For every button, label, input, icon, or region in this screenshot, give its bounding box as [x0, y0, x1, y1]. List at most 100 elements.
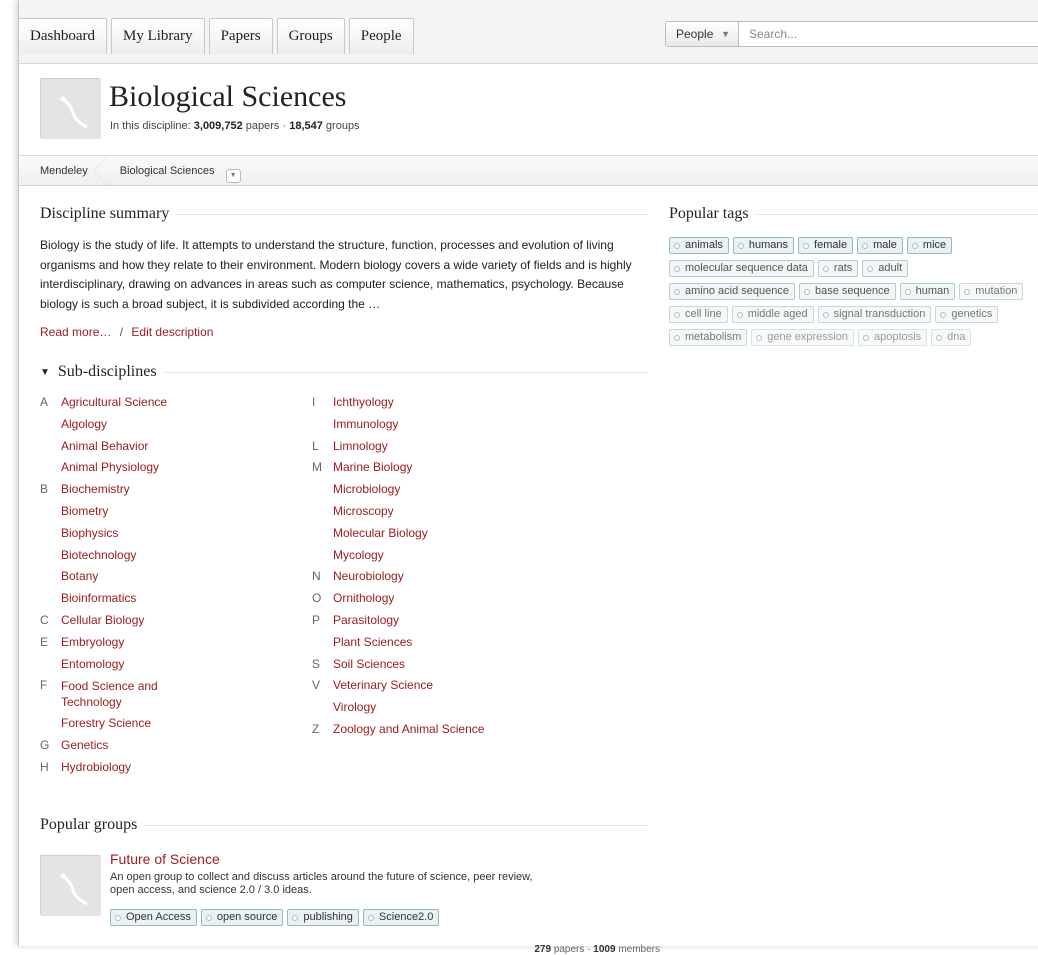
tag-genetics[interactable]: genetics [935, 306, 999, 323]
index-letter: P [312, 612, 321, 627]
subdiscipline-link[interactable]: Cellular Biology [61, 610, 144, 632]
chevron-down-icon: ▼ [721, 29, 730, 39]
subdiscipline-link[interactable]: Neurobiology [333, 566, 404, 588]
group-tags: Open Access open source publishing Scien… [110, 909, 443, 932]
index-letter: V [312, 678, 321, 693]
search-scope-select[interactable]: People ▼ [665, 21, 739, 47]
group-tag[interactable]: Open Access [110, 909, 197, 926]
tag-mice[interactable]: mice [906, 237, 953, 254]
subdiscipline-link[interactable]: Limnology [333, 436, 388, 458]
search-scope-label: People [676, 27, 714, 41]
subdiscipline-link[interactable]: Botany [61, 566, 98, 588]
subdiscipline-link[interactable]: Algology [61, 414, 107, 436]
index-letter: N [312, 569, 321, 584]
group-description: An open group to collect and discuss art… [110, 871, 533, 896]
subdiscipline-link[interactable]: Parasitology [333, 610, 399, 632]
subdiscipline-link[interactable]: Ichthyology [333, 392, 394, 414]
subdisciplines-list: A Agricultural Science Algology Animal Be… [40, 392, 648, 792]
subdisciplines-heading-text: Sub-disciplines [57, 363, 157, 380]
subdiscipline-link[interactable]: Genetics [61, 735, 108, 757]
tag-adult[interactable]: adult [862, 260, 909, 277]
subdiscipline-link[interactable]: Biometry [61, 501, 108, 523]
group-name-link[interactable]: Future of Science [110, 851, 220, 867]
subdiscipline-link[interactable]: Molecular Biology [333, 523, 428, 545]
tab-people[interactable]: People [348, 18, 414, 54]
subdiscipline-link[interactable]: Animal Physiology [61, 457, 159, 479]
subdiscipline-link[interactable]: Virology [333, 697, 376, 719]
tab-dashboard[interactable]: Dashboard [18, 18, 107, 54]
list-item: S Soil Sciences [312, 654, 612, 676]
stats-prefix: In this discipline: [110, 120, 194, 132]
subdiscipline-link[interactable]: Embryology [61, 632, 124, 654]
list-item: Animal Physiology [40, 457, 310, 479]
subdiscipline-link[interactable]: Zoology and Animal Science [333, 719, 484, 741]
subdiscipline-link[interactable]: Biophysics [61, 523, 118, 545]
index-letter: G [40, 738, 50, 753]
list-item: Virology [312, 697, 612, 719]
subdisciplines-column-left: A Agricultural Science Algology Animal Be… [40, 392, 310, 779]
group-thumbnail[interactable] [40, 855, 101, 916]
subdiscipline-link[interactable]: Animal Behavior [61, 436, 148, 458]
page-title: Biological Sciences [109, 80, 347, 113]
subdiscipline-link[interactable]: Marine Biology [333, 457, 412, 479]
tab-groups[interactable]: Groups [276, 18, 345, 54]
subdiscipline-link[interactable]: Microscopy [333, 501, 394, 523]
tag-gene-expression[interactable]: gene expression [751, 329, 854, 346]
search-input[interactable] [739, 21, 1038, 47]
tag-base-sequence[interactable]: base sequence [798, 283, 896, 300]
subdiscipline-link[interactable]: Biotechnology [61, 545, 136, 567]
tag-rats[interactable]: rats [817, 260, 859, 277]
tag-mutation[interactable]: mutation [959, 283, 1024, 300]
breadcrumb-mendeley[interactable]: Mendeley [19, 155, 108, 186]
subdiscipline-link[interactable]: Bioinformatics [61, 588, 136, 610]
subdiscipline-link[interactable]: Immunology [333, 414, 398, 436]
tag-cloud: animals humans female male mice molecula… [669, 237, 1038, 352]
triangle-down-icon[interactable]: ▼ [40, 367, 50, 378]
group-tag[interactable]: open source [200, 909, 284, 926]
subdiscipline-link[interactable]: Ornithology [333, 588, 394, 610]
subdiscipline-link[interactable]: Hydrobiology [61, 757, 131, 779]
tag-humans[interactable]: humans [732, 237, 795, 254]
list-item: V Veterinary Science [312, 675, 612, 697]
subdiscipline-link[interactable]: Mycology [333, 545, 384, 567]
subdiscipline-link[interactable]: Microbiology [333, 479, 400, 501]
tag-male[interactable]: male [857, 237, 903, 254]
group-tag[interactable]: publishing [287, 909, 359, 926]
tag-animals[interactable]: animals [669, 237, 729, 254]
popular-groups-heading-text: Popular groups [40, 816, 138, 833]
list-item: A Agricultural Science [40, 392, 310, 414]
subdiscipline-link[interactable]: Veterinary Science [333, 675, 433, 697]
subdiscipline-link[interactable]: Agricultural Science [61, 392, 167, 414]
popular-tags-heading-text: Popular tags [669, 205, 749, 222]
index-letter: C [40, 612, 49, 627]
tag-metabolism[interactable]: metabolism [669, 329, 748, 346]
chevron-down-icon[interactable]: ▼ [225, 168, 241, 183]
tag-molecular-sequence-data[interactable]: molecular sequence data [669, 260, 814, 277]
read-more-link[interactable]: Read more… [40, 325, 111, 339]
subdiscipline-link[interactable]: Entomology [61, 654, 124, 676]
summary-heading: Discipline summary [40, 205, 648, 223]
subdisciplines-heading[interactable]: ▼ Sub-disciplines [40, 363, 648, 381]
tag-middle-aged[interactable]: middle aged [731, 306, 814, 323]
subdiscipline-link[interactable]: Biochemistry [61, 479, 130, 501]
edit-description-link[interactable]: Edit description [131, 325, 213, 339]
tag-signal-transduction[interactable]: signal transduction [817, 306, 932, 323]
tag-dna[interactable]: dna [931, 329, 972, 346]
placeholder-image-icon [41, 856, 101, 916]
tab-my-library[interactable]: My Library [110, 18, 205, 54]
list-item: Bioinformatics [40, 588, 310, 610]
tag-human[interactable]: human [899, 283, 956, 300]
subdiscipline-link[interactable]: Food Science and Technology [61, 678, 191, 710]
index-letter: S [312, 656, 321, 671]
discipline-thumbnail [40, 78, 101, 139]
group-tag[interactable]: Science2.0 [362, 909, 440, 926]
list-item: Biotechnology [40, 545, 310, 567]
tag-cell-line[interactable]: cell line [669, 306, 728, 323]
subdiscipline-link[interactable]: Forestry Science [61, 713, 151, 735]
tag-female[interactable]: female [798, 237, 854, 254]
tag-apoptosis[interactable]: apoptosis [857, 329, 928, 346]
tag-amino-acid-sequence[interactable]: amino acid sequence [669, 283, 795, 300]
tab-papers[interactable]: Papers [208, 18, 273, 54]
subdiscipline-link[interactable]: Soil Sciences [333, 654, 405, 676]
subdiscipline-link[interactable]: Plant Sciences [333, 632, 412, 654]
